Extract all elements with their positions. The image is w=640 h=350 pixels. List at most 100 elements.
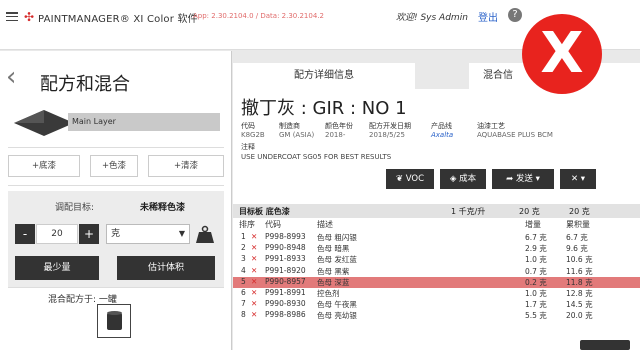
minimum-quantity-button[interactable]: 最少量 xyxy=(15,256,99,280)
grid-columns: 排序 代码 描述 增量 累积量 xyxy=(233,219,640,231)
table-row[interactable]: 3 ✕ P991-8933 色母 发红蓝 1.0 克 10.6 克 xyxy=(233,254,640,265)
row-description: 色母 亮幼银 xyxy=(317,311,357,321)
color-chip-icon xyxy=(14,110,74,136)
leaf-icon: ❦ xyxy=(395,174,404,184)
row-order: 7 xyxy=(241,299,246,309)
delete-icon[interactable]: ✕ xyxy=(251,310,257,319)
row-description: 色母 发红蓝 xyxy=(317,255,357,265)
table-row[interactable]: 8 ✕ P998-8986 色母 亮幼银 5.5 克 20.0 克 xyxy=(233,310,640,321)
paintmanager-logo-icon: ✣ xyxy=(24,10,35,24)
delete-icon[interactable]: ✕ xyxy=(251,299,257,308)
target-label: 调配目标: xyxy=(55,203,95,213)
row-code: P990-8948 xyxy=(265,243,306,253)
meta-header-product-line: 产品线 xyxy=(431,122,452,130)
decrement-button[interactable]: - xyxy=(15,224,35,244)
col-increment: 增量 xyxy=(525,220,541,229)
row-order: 4 xyxy=(241,265,246,275)
row-cumulative: 11.6 克 xyxy=(566,266,593,276)
back-icon[interactable]: ‹ xyxy=(6,64,16,90)
row-description: 色母 午夜黑 xyxy=(317,300,357,310)
delete-icon[interactable]: ✕ xyxy=(251,288,257,297)
meta-header-year: 颜色年份 xyxy=(325,122,353,130)
row-code: P991-8933 xyxy=(265,254,306,264)
table-row[interactable]: 4 ✕ P991-8920 色母 黑紫 0.7 克 11.6 克 xyxy=(233,266,640,277)
row-cumulative: 10.6 克 xyxy=(566,255,593,265)
divider xyxy=(8,147,224,148)
row-cumulative: 12.8 克 xyxy=(566,289,593,298)
table-row[interactable]: 2 ✕ P990-8948 色母 暗黑 2.9 克 9.6 克 xyxy=(233,243,640,254)
row-code: P991-8991 xyxy=(265,288,306,297)
send-label: 发送 xyxy=(515,174,533,184)
menu-icon[interactable] xyxy=(6,12,18,22)
row-cumulative: 11.8 克 xyxy=(566,277,593,287)
meta-value-dev-date: 2018/5/25 xyxy=(369,131,405,139)
welcome-text: 欢迎! Sys Admin xyxy=(396,13,468,23)
table-row[interactable]: 5 ✕ P990-8957 色母 深蓝 0.2 克 11.8 克 xyxy=(233,276,640,288)
delete-icon[interactable]: ✕ xyxy=(251,254,257,263)
row-increment: 0.7 克 xyxy=(525,266,547,276)
add-undercoat-button[interactable]: +底漆 xyxy=(8,155,80,177)
row-code: P990-8930 xyxy=(265,299,306,309)
tools-icon: ✕ xyxy=(570,174,579,184)
row-description: 色母 深蓝 xyxy=(317,277,350,287)
row-increment: 6.7 克 xyxy=(525,233,547,242)
version-text: App: 2.30.2104.0 / Data: 2.30.2104.2 xyxy=(193,12,324,20)
logout-link[interactable]: 登出 xyxy=(478,9,498,24)
table-row[interactable]: 7 ✕ P990-8930 色母 午夜黑 1.7 克 14.5 克 xyxy=(233,299,640,310)
row-code: P998-8993 xyxy=(265,232,306,241)
target-value[interactable]: 未稀释色漆 xyxy=(140,200,185,213)
help-icon[interactable]: ? xyxy=(508,8,522,22)
voc-button[interactable]: ❦ VOC xyxy=(386,169,434,189)
row-description: 色母 粗闪银 xyxy=(317,233,357,242)
quantity-input[interactable]: 20 xyxy=(36,224,78,244)
layer-selector[interactable]: Main Layer xyxy=(68,113,220,131)
more-button[interactable] xyxy=(580,340,630,350)
increment-button[interactable]: + xyxy=(79,224,99,244)
row-code: P991-8920 xyxy=(265,265,306,275)
scale-weight-icon[interactable] xyxy=(195,224,215,244)
note-label: 注释 xyxy=(241,143,255,151)
row-order: 2 xyxy=(241,243,246,253)
unit-value: 克 xyxy=(111,229,121,239)
row-cumulative: 20.0 克 xyxy=(566,311,593,321)
row-increment: 1.7 克 xyxy=(525,300,547,310)
delete-icon[interactable]: ✕ xyxy=(251,232,257,241)
estimate-volume-button[interactable]: 估计体积 xyxy=(117,256,215,280)
add-basecoat-button[interactable]: +色漆 xyxy=(90,155,138,177)
meta-header-process: 油漆工艺 xyxy=(477,122,505,130)
meta-header-dev-date: 配方开发日期 xyxy=(369,122,411,130)
tab-formula-details[interactable]: 配方详细信息 xyxy=(233,63,415,89)
unit-select[interactable]: 克 ▼ xyxy=(106,224,190,244)
add-clearcoat-button[interactable]: +清漆 xyxy=(148,155,224,177)
row-increment: 1.0 克 xyxy=(525,255,547,265)
page-title: 配方和混合 xyxy=(40,74,130,95)
row-order: 3 xyxy=(241,254,246,264)
row-increment: 5.5 克 xyxy=(525,311,547,321)
delete-icon[interactable]: ✕ xyxy=(251,243,257,252)
can-selector[interactable] xyxy=(97,304,131,338)
delete-icon[interactable]: ✕ xyxy=(251,266,257,275)
row-increment: 0.2 克 xyxy=(525,277,547,287)
cost-button[interactable]: ◈ 成本 xyxy=(440,169,486,189)
table-row[interactable]: 1 ✕ P998-8993 色母 粗闪银 6.7 克 6.7 克 xyxy=(233,232,640,243)
row-increment: 2.9 克 xyxy=(525,244,547,254)
meta-value-code: K8G2B xyxy=(241,131,265,139)
chevron-down-icon: ▾ xyxy=(535,174,540,184)
send-button[interactable]: ➦ 发送 ▾ xyxy=(492,169,554,189)
grid-volume: 1 千克/升 xyxy=(451,207,486,216)
formula-title: 撤丁灰 : GIR : NO 1 xyxy=(241,98,407,119)
error-mark-icon: X xyxy=(522,14,602,94)
delete-icon[interactable]: ✕ xyxy=(251,277,257,286)
meta-value-process: AQUABASE PLUS BCM xyxy=(477,131,553,139)
chevron-down-icon: ▾ xyxy=(580,174,586,184)
tools-button[interactable]: ✕ ▾ xyxy=(560,169,596,189)
note-text: USE UNDERCOAT SG05 FOR BEST RESULTS xyxy=(241,153,392,161)
send-icon: ➦ xyxy=(506,174,514,184)
formula-card: 撤丁灰 : GIR : NO 1 代码 制造商 颜色年份 配方开发日期 产品线 … xyxy=(233,89,640,350)
grid-header: 目标板 底色漆 1 千克/升 20 克 20 克 xyxy=(233,204,640,218)
col-description: 描述 xyxy=(317,220,333,229)
voc-label: VOC xyxy=(405,174,425,184)
axalta-logo: Axalta xyxy=(431,131,454,139)
table-row[interactable]: 6 ✕ P991-8991 控色剂 1.0 克 12.8 克 xyxy=(233,288,640,299)
row-cumulative: 6.7 克 xyxy=(566,233,588,242)
